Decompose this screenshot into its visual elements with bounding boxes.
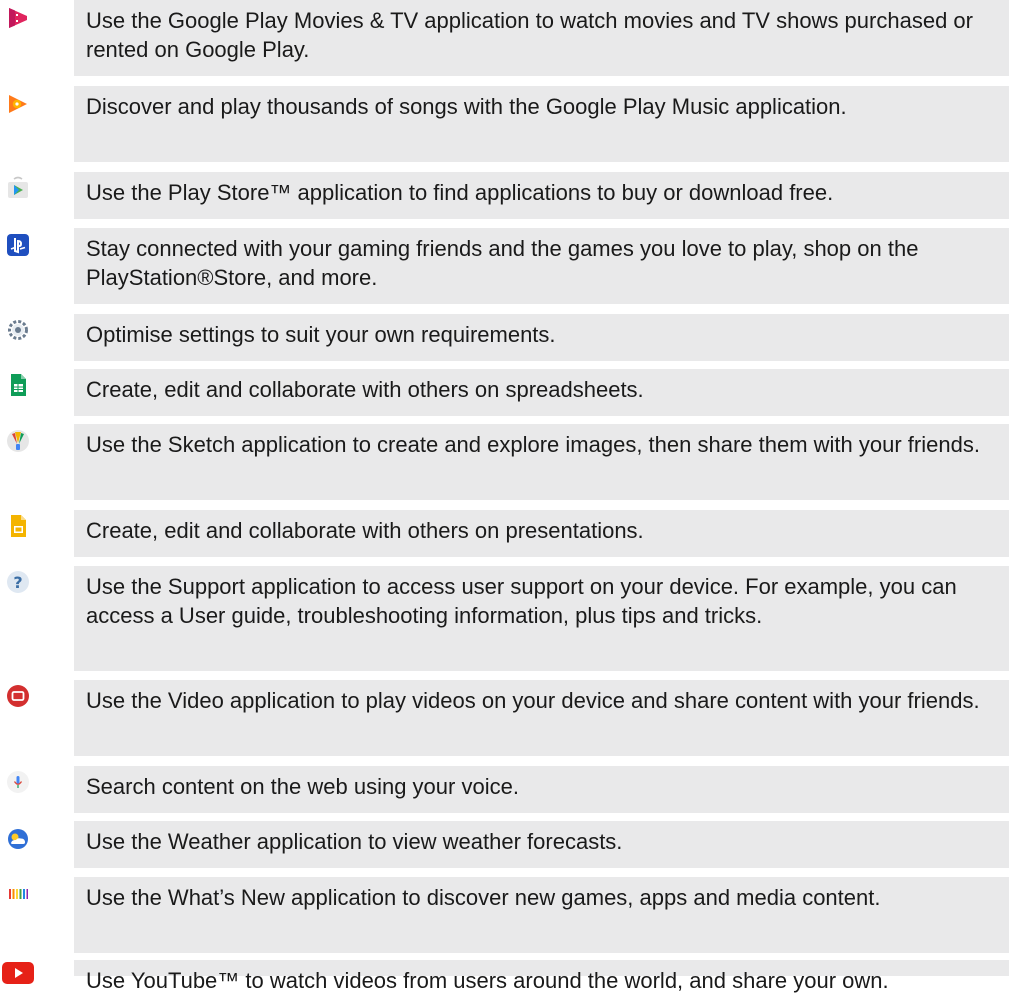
app-description: Stay connected with your gaming friends … xyxy=(74,228,1009,304)
voice-search-mic-icon xyxy=(6,770,30,794)
app-description: Use the Video application to play videos… xyxy=(74,680,1009,756)
app-description: Use the Play Store™ application to find … xyxy=(74,172,1009,219)
app-description: Discover and play thousands of songs wit… xyxy=(74,86,1009,162)
app-description: Optimise settings to suit your own requi… xyxy=(74,314,1009,361)
play-store-icon xyxy=(6,176,30,200)
weather-icon xyxy=(6,827,30,851)
app-description: Use YouTube™ to watch videos from users … xyxy=(74,960,1009,993)
app-description: Use the What’s New application to discov… xyxy=(74,877,1009,953)
play-movies-icon xyxy=(6,6,30,30)
app-description: Use the Google Play Movies & TV applicat… xyxy=(74,0,1009,76)
settings-gear-icon xyxy=(6,318,30,342)
playstation-icon xyxy=(6,233,30,257)
app-description: Use the Weather application to view weat… xyxy=(74,821,1009,868)
slides-icon xyxy=(6,514,30,538)
svg-text:?: ? xyxy=(13,573,22,592)
sheets-icon xyxy=(6,373,30,397)
app-description: Use the Sketch application to create and… xyxy=(74,424,1009,500)
app-description: Use the Support application to access us… xyxy=(74,566,1009,671)
sketch-icon xyxy=(6,429,30,453)
support-question-icon: ? xyxy=(6,570,30,594)
youtube-icon xyxy=(2,962,34,984)
whats-new-icon xyxy=(6,882,30,906)
app-description: Create, edit and collaborate with others… xyxy=(74,510,1009,557)
app-description: Create, edit and collaborate with others… xyxy=(74,369,1009,416)
play-music-icon xyxy=(6,92,30,116)
video-icon xyxy=(6,684,30,708)
app-description: Search content on the web using your voi… xyxy=(74,766,1009,813)
